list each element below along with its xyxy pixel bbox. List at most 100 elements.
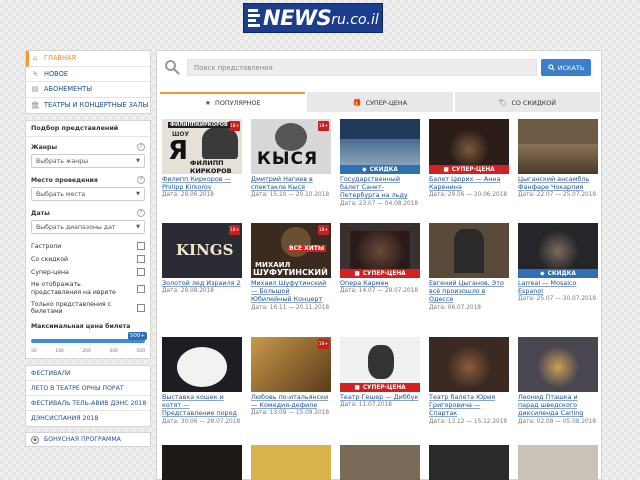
- event-card[interactable]: [340, 445, 420, 480]
- event-poster[interactable]: 18+ ФИЛИППКИРКОРОВ ШОУ Я ФИЛИПП КИРКОРОВ: [162, 119, 242, 174]
- event-date: Дата: 25.07 — 30.07.2018: [518, 296, 597, 303]
- tab-discount[interactable]: 🏷 Со скидкой: [454, 92, 600, 112]
- event-poster[interactable]: 18+: [251, 337, 331, 392]
- event-poster[interactable]: ■ Супер-цена: [340, 337, 420, 392]
- event-poster[interactable]: [162, 445, 242, 480]
- event-card[interactable]: Театр балета Юрия Григоровича — Спартак Д…: [429, 337, 509, 425]
- event-card[interactable]: Цыганский ансамбль Фанфаре Чокарлия Дата:…: [518, 119, 598, 198]
- event-card[interactable]: 18+ ВСЕ ХИТЫ МИХАИЛ ШУФУТИНСКИЙ Михаил Шуфут…: [251, 223, 331, 311]
- festival-link[interactable]: Дэнсиспания 2018: [26, 411, 150, 426]
- event-poster[interactable]: [429, 223, 509, 278]
- event-card[interactable]: Леонид Пташка и парад шведского диксилен…: [518, 337, 598, 425]
- event-poster[interactable]: [429, 445, 509, 480]
- festival-link[interactable]: Фестиваль Тель-Авив Дэнс 2018: [26, 396, 150, 411]
- event-poster[interactable]: [518, 337, 598, 392]
- sidebar-item-subscriptions[interactable]: ▤ Абонементы: [26, 82, 150, 98]
- event-poster[interactable]: [429, 337, 509, 392]
- event-title-link[interactable]: Леонид Пташка и парад шведского диксилен…: [518, 393, 598, 418]
- event-title-link[interactable]: Театр Гешер — Диббук: [340, 393, 420, 401]
- help-icon[interactable]: ?: [137, 176, 145, 184]
- event-poster[interactable]: [162, 337, 242, 392]
- event-title-link[interactable]: Михаил Шуфутинский — Большой Юбилейный К…: [251, 279, 331, 304]
- checkbox[interactable]: [137, 284, 145, 293]
- poster-text: ФИЛИППКИРКОРОВ: [168, 122, 230, 128]
- event-card[interactable]: ■ Супер-цена Балет Цюрих — Анна Каренина Да…: [429, 119, 509, 198]
- search-input[interactable]: Поиск представления: [187, 59, 537, 76]
- event-poster[interactable]: [518, 119, 598, 174]
- event-card[interactable]: [251, 445, 331, 480]
- price-ticks: 50 100 200 300 500: [31, 349, 145, 354]
- age-badge: 18+: [318, 339, 329, 349]
- event-card[interactable]: Выставка кошек и котят — Представление п…: [162, 337, 242, 425]
- checkbox-with-tickets[interactable]: Только представления с билетами: [31, 301, 145, 315]
- event-date: Дата: 13.09 — 15.09.2018: [251, 410, 330, 417]
- festivals-header[interactable]: Фестивали: [26, 366, 150, 381]
- event-title-link[interactable]: Театр балета Юрия Григоровича — Спартак: [429, 393, 509, 418]
- genres-select[interactable]: Выбрать жанры ▼: [31, 154, 145, 168]
- sidebar-item-home[interactable]: ⌂ Главная: [26, 51, 150, 67]
- help-icon[interactable]: ?: [137, 143, 145, 151]
- event-poster[interactable]: 18+ ВСЕ ХИТЫ МИХАИЛ ШУФУТИНСКИЙ: [251, 223, 331, 278]
- event-poster[interactable]: ■ Супер-цена: [429, 119, 509, 174]
- festival-link[interactable]: Лето в театре Орны Порат: [26, 381, 150, 396]
- event-date: Дата: 23.07 — 04.08.2018: [340, 200, 419, 207]
- sidebar-item-theatres[interactable]: 🏛 Театры и концертные залы: [26, 98, 150, 114]
- event-title-link[interactable]: Larreal — Mosaico Espanol: [518, 279, 598, 295]
- checkbox[interactable]: [137, 304, 145, 312]
- checkbox-super-price[interactable]: Супер-цена: [31, 268, 145, 276]
- event-card[interactable]: 18+ ФИЛИППКИРКОРОВ ШОУ Я ФИЛИПП КИРКОРОВ Фили…: [162, 119, 242, 198]
- event-title-link[interactable]: Евгений Цыганов, Это всё произошло в Оде…: [429, 279, 509, 304]
- event-card[interactable]: [162, 445, 242, 480]
- event-poster[interactable]: ◆ Скидка: [340, 119, 420, 174]
- event-title-link[interactable]: Филипп Киркоров — Philipp Kirkorov: [162, 175, 242, 191]
- bonus-program-link[interactable]: ◆ Бонусная программа: [25, 432, 151, 447]
- event-title-link[interactable]: Выставка кошек и котят — Представление п…: [162, 393, 242, 418]
- event-poster[interactable]: [251, 445, 331, 480]
- event-poster[interactable]: 18+ KINGS: [162, 223, 242, 278]
- venue-select[interactable]: Выбрать места ▼: [31, 187, 145, 201]
- event-card[interactable]: ■ Супер-цена Театр Гешер — Диббук Дата: 11.…: [340, 337, 420, 408]
- tab-popular[interactable]: ★ Популярное: [160, 92, 306, 112]
- poster-figure: [444, 347, 494, 387]
- event-title-link[interactable]: Государственный балет Санкт-Петербурга н…: [340, 175, 420, 200]
- event-card[interactable]: ■ Супер-цена Опера Кармен Дата: 14.07 — 28.…: [340, 223, 420, 294]
- event-poster[interactable]: [340, 445, 420, 480]
- event-card[interactable]: [518, 445, 598, 480]
- event-card[interactable]: 18+ KINGS Золотой лед Израиля 2 Дата: 29.08…: [162, 223, 242, 294]
- event-poster[interactable]: 18+ КЫСЯ: [251, 119, 331, 174]
- event-poster[interactable]: ■ Супер-цена: [340, 223, 420, 278]
- checkbox[interactable]: [137, 242, 145, 250]
- checkbox[interactable]: [137, 268, 145, 276]
- sidebar-item-new[interactable]: ϟ Новое: [26, 67, 150, 82]
- venue-label: Место проведения ?: [31, 176, 145, 184]
- event-title-link[interactable]: Цыганский ансамбль Фанфаре Чокарлия: [518, 175, 598, 191]
- age-badge: 18+: [318, 121, 329, 131]
- event-poster[interactable]: [518, 445, 598, 480]
- event-card[interactable]: Евгений Цыганов, Это всё произошло в Оде…: [429, 223, 509, 311]
- event-card[interactable]: [429, 445, 509, 480]
- event-title-link[interactable]: Золотой лед Израиля 2: [162, 279, 242, 287]
- checkbox-tours[interactable]: Гастроли: [31, 242, 145, 250]
- event-card[interactable]: ◆ Скидка Государственный балет Санкт-Петер…: [340, 119, 420, 207]
- event-title-link[interactable]: Дмитрий Нагиев в спектакле Кыся: [251, 175, 331, 191]
- search-button[interactable]: Искать: [541, 59, 591, 76]
- event-card[interactable]: 18+ КЫСЯ Дмитрий Нагиев в спектакле Кыся Да…: [251, 119, 331, 198]
- dates-select[interactable]: Выбрать диапазоны дат ▼: [31, 220, 145, 234]
- poster-figure: [538, 229, 578, 273]
- event-card[interactable]: ◆ Скидка Larreal — Mosaico Espanol Дата: 25…: [518, 223, 598, 302]
- checkbox-discount[interactable]: Со скидкой: [31, 255, 145, 263]
- event-poster[interactable]: ◆ Скидка: [518, 223, 598, 278]
- event-title-link[interactable]: Балет Цюрих — Анна Каренина: [429, 175, 509, 191]
- tab-super-price[interactable]: 🎁 Супер-цена: [307, 92, 453, 112]
- gift-icon: ■: [354, 384, 360, 391]
- age-badge: 18+: [229, 121, 240, 131]
- search-icon[interactable]: [164, 59, 180, 75]
- checkbox-no-hebrew[interactable]: Не отображать представления на иврите: [31, 281, 145, 296]
- checkbox[interactable]: [137, 255, 145, 263]
- event-card[interactable]: 18+ Любовь по-итальянски — Комедия-дефиле…: [251, 337, 331, 416]
- help-icon[interactable]: ?: [137, 209, 145, 217]
- site-logo[interactable]: NEWS ru.co.il: [243, 3, 383, 33]
- event-title-link[interactable]: Любовь по-итальянски — Комедия-дефиле: [251, 393, 331, 409]
- event-title-link[interactable]: Опера Кармен: [340, 279, 420, 287]
- price-slider[interactable]: 500+: [31, 332, 147, 348]
